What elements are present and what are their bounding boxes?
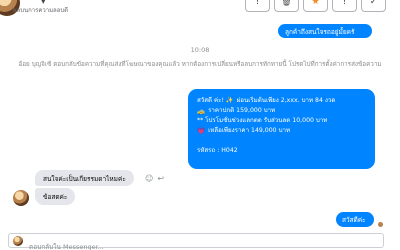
outgoing-message[interactable]: ลูกค้าถึงสนใจรถอยู่มั้ยครั — [278, 24, 372, 38]
check-icon: ✓ — [369, 0, 378, 7]
system-note: อ้อย บุญจิเซ้ ตอบกลับข้อความที่คุณส่งที่… — [18, 61, 382, 68]
offer-line-2: 🚕 ราคาปกติ 159,000 บาท — [197, 106, 366, 116]
reply-icon[interactable]: ↩ — [157, 174, 164, 183]
flag-button[interactable]: ! — [332, 0, 357, 12]
page-avatar — [13, 236, 23, 246]
car-icon: 🚕 — [197, 107, 206, 115]
star-icon: ★ — [311, 0, 320, 7]
flag-icon: ! — [342, 0, 347, 7]
incoming-message[interactable]: ข้อสดค่ะ — [35, 188, 76, 205]
offer-car-code: รหัสรถ : H042 — [197, 147, 238, 154]
sender-avatar — [13, 190, 29, 206]
info-button[interactable]: ! — [245, 0, 270, 12]
offer-price-text: ผ่อนเริ่มต้นเพียง 2,xxx. บาท 84 งวด — [236, 97, 336, 104]
trash-icon: 🗑 — [280, 0, 293, 7]
react-emoji-icon[interactable]: ☺ — [145, 174, 153, 183]
message-composer — [8, 233, 384, 250]
offer-line-3: ** โปรโมชั่นช่วงแลกตด รับส่วนลด 10,000 บ… — [197, 116, 366, 126]
offer-spacer — [197, 136, 366, 146]
message-actions: ☺ ↩ — [145, 174, 164, 183]
message-timestamp: 10:08 — [190, 46, 210, 54]
mark-done-button[interactable]: ✓ — [361, 0, 386, 12]
info-icon: ! — [255, 0, 260, 7]
incoming-message[interactable]: สนใจค่ะเป็นเกียรรมดาไหมค่ะ — [35, 170, 134, 186]
offer-message[interactable]: สวัสดี ค่ะ! ✨ ผ่อนเริ่มต้นเพียง 2,xxx. บ… — [188, 89, 375, 169]
reply-input[interactable] — [9, 240, 383, 250]
heart-icon: 💗 — [197, 127, 206, 135]
offer-promotion: ** โปรโมชั่นช่วงแลกตด รับส่วนลด 10,000 บ… — [197, 117, 328, 124]
offer-greeting: สวัสดี ค่ะ! ✨ — [197, 97, 234, 104]
read-receipt-avatar — [378, 222, 383, 227]
offer-line-1: สวัสดี ค่ะ! ✨ ผ่อนเริ่มต้นเพียง 2,xxx. บ… — [197, 96, 366, 106]
delete-button[interactable]: 🗑 — [274, 0, 299, 12]
conversation-header: ▾ ผลบนการความลอบดี ! 🗑 ★ ! ✓ — [0, 0, 400, 20]
offer-regular-price: ราคาปกติ 159,000 บาท — [208, 107, 276, 114]
contact-subtitle: ผลบนการความลอบดี — [13, 7, 69, 14]
star-button[interactable]: ★ — [303, 0, 328, 12]
offer-final-price: เหลือเพียงราคา 149,000 บาท — [208, 127, 291, 134]
offer-line-4: 💗 เหลือเพียงราคา 149,000 บาท — [197, 126, 366, 136]
header-actions: ! 🗑 ★ ! ✓ — [245, 0, 386, 12]
outgoing-message[interactable]: สวัสดีค่ะ — [336, 212, 374, 227]
